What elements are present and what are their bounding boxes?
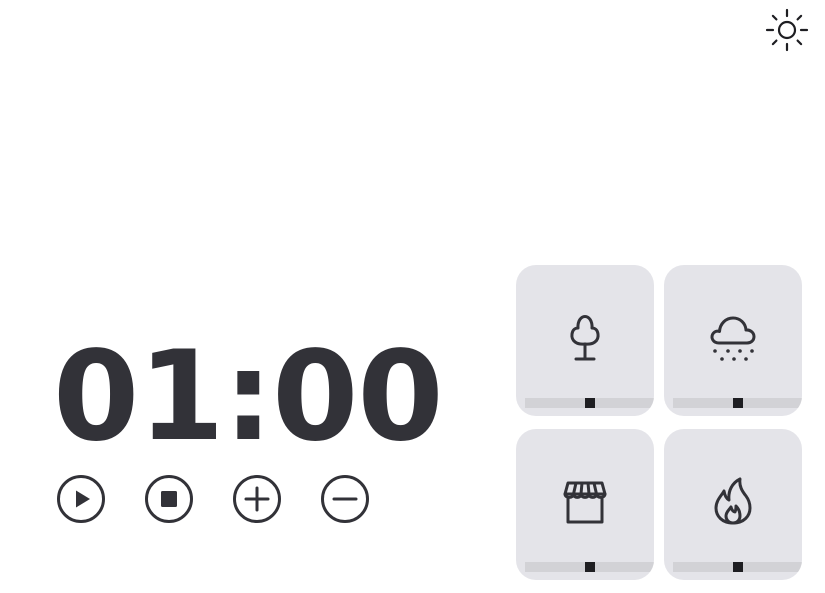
increase-button[interactable]	[233, 475, 281, 523]
stop-button[interactable]	[145, 475, 193, 523]
volume-slider[interactable]	[525, 562, 654, 572]
plus-icon	[233, 475, 281, 523]
rain-cloud-icon	[703, 307, 763, 367]
timer-controls	[57, 475, 369, 523]
sound-tile-rain[interactable]	[664, 265, 802, 416]
volume-slider-handle[interactable]	[732, 562, 743, 572]
volume-slider-handle[interactable]	[732, 398, 743, 408]
minus-icon	[321, 475, 369, 523]
storefront-icon	[555, 471, 615, 531]
volume-slider[interactable]	[673, 398, 802, 408]
sun-icon	[765, 8, 809, 52]
flame-icon	[703, 471, 763, 531]
volume-slider-handle[interactable]	[584, 398, 595, 408]
decrease-button[interactable]	[321, 475, 369, 523]
volume-slider[interactable]	[525, 398, 654, 408]
pomodoro-app: 01:00	[0, 0, 825, 593]
tree-icon	[555, 307, 615, 367]
volume-slider[interactable]	[673, 562, 802, 572]
play-button[interactable]	[57, 475, 105, 523]
ambient-sound-grid	[516, 265, 802, 581]
timer-display: 01:00	[53, 325, 444, 469]
sound-tile-fireplace[interactable]	[664, 429, 802, 580]
sound-tile-forest[interactable]	[516, 265, 654, 416]
volume-slider-handle[interactable]	[584, 562, 595, 572]
theme-toggle-button[interactable]	[764, 7, 810, 53]
stop-icon	[145, 475, 193, 523]
play-icon	[57, 475, 105, 523]
sound-tile-coffee-shop[interactable]	[516, 429, 654, 580]
